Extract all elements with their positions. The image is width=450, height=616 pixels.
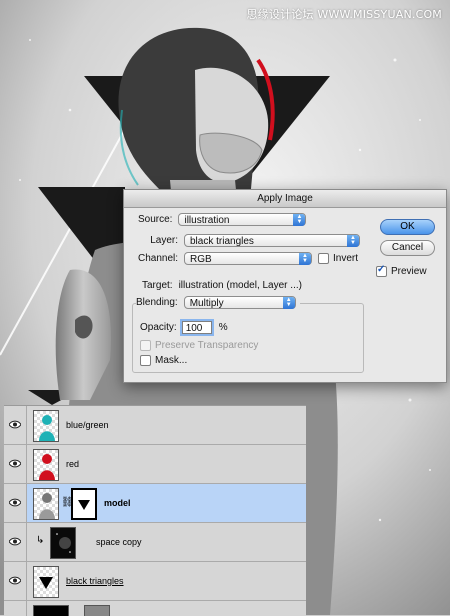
apply-image-dialog: Apply Image Source: illustration ▲ ▼ Laye… (123, 189, 447, 383)
invert-checkbox[interactable] (318, 253, 330, 264)
layer-row-blue-green[interactable]: blue/green (4, 406, 306, 445)
preserve-transparency-checkbox[interactable] (140, 340, 151, 351)
layer-thumbnail[interactable] (33, 449, 59, 481)
layer-thumbnail[interactable] (33, 488, 59, 520)
ok-button[interactable]: OK (380, 219, 435, 235)
layer-row-red[interactable]: red (4, 445, 306, 484)
blue-green-figure-icon (39, 415, 55, 441)
select-arrows-icon: ▲ ▼ (293, 214, 306, 226)
source-value: illustration (184, 215, 230, 226)
blending-select[interactable]: Multiply ▲ ▼ (183, 296, 296, 309)
preserve-label: Preserve Transparency (155, 340, 259, 351)
channel-label: Channel: (138, 253, 179, 264)
layer-name-red[interactable]: red (66, 459, 79, 469)
target-row: Target: illustration (model, Layer ...) (142, 280, 302, 291)
layer-thumbnail[interactable] (33, 566, 59, 598)
source-label: Source: (138, 214, 173, 225)
layer-name-model[interactable]: model (104, 498, 131, 508)
layer-row-model[interactable]: ⛓ model (4, 484, 306, 523)
mask-checkbox[interactable] (140, 355, 151, 366)
select-arrows-icon: ▲ ▼ (282, 297, 295, 309)
select-arrows-icon: ▲ ▼ (347, 235, 359, 247)
layer-visibility-toggle[interactable] (4, 601, 27, 616)
layer-thumbnail[interactable] (50, 527, 76, 559)
preview-row: Preview (376, 264, 427, 277)
blending-row: Blending: Multiply ▲ ▼ (136, 296, 300, 309)
eye-icon (9, 576, 21, 585)
channel-select[interactable]: RGB ▲ ▼ (184, 252, 313, 265)
layer-visibility-toggle[interactable] (4, 523, 27, 561)
layer-select[interactable]: black triangles ▲ ▼ (184, 234, 360, 247)
target-value: illustration (model, Layer ...) (178, 280, 302, 291)
layer-visibility-toggle[interactable] (4, 562, 27, 600)
layer-thumbnail[interactable] (33, 410, 59, 442)
blending-label: Blending: (136, 297, 178, 308)
layer-mask-thumbnail[interactable] (71, 488, 97, 520)
layer-name-space-copy[interactable]: space copy (96, 537, 142, 547)
layer-thumbnail[interactable] (33, 605, 69, 616)
clipping-arrow-icon: ↳ (36, 535, 45, 546)
channel-row: Channel: RGB ▲ ▼ Invert (138, 252, 358, 265)
watermark-text: 思缘设计论坛 WWW.MISSYUAN.COM (246, 8, 442, 21)
preserve-row: Preserve Transparency (140, 340, 258, 351)
layer-visibility-toggle[interactable] (4, 445, 27, 483)
layer-label: Layer: (150, 235, 178, 246)
layer-visibility-toggle[interactable] (4, 406, 27, 444)
select-arrows-icon: ▲ ▼ (299, 253, 312, 265)
eye-icon (9, 537, 21, 546)
layer-name-blue-green[interactable]: blue/green (66, 420, 109, 430)
layer-row-space-copy[interactable]: ↳ space copy (4, 523, 306, 562)
channel-value: RGB (190, 254, 212, 265)
eye-icon (9, 459, 21, 468)
layer-mask-thumbnail[interactable] (84, 605, 110, 616)
preview-checkbox[interactable] (376, 264, 387, 277)
blending-value: Multiply (189, 298, 224, 309)
layer-name-black-triangles[interactable]: black triangles (66, 576, 124, 586)
mask-row: Mask... (140, 355, 187, 366)
eye-icon (9, 420, 21, 429)
cancel-button[interactable]: Cancel (380, 240, 435, 256)
invert-label: Invert (333, 253, 359, 264)
preview-label: Preview (391, 266, 427, 277)
eye-icon (9, 498, 21, 507)
layer-row-partial[interactable] (4, 601, 306, 616)
dialog-title: Apply Image (124, 190, 446, 208)
layers-panel: blue/green red ⛓ model ↳ space copy blac… (4, 405, 306, 616)
opacity-input[interactable]: 100 (181, 321, 212, 334)
mask-triangle-icon (78, 500, 90, 510)
source-select[interactable]: illustration ▲ ▼ (178, 213, 307, 226)
opacity-label: Opacity: (140, 322, 177, 333)
layer-row-black-triangles[interactable]: black triangles (4, 562, 306, 601)
mask-label: Mask... (155, 355, 188, 366)
layer-value: black triangles (190, 236, 254, 247)
target-label: Target: (142, 280, 173, 291)
layer-visibility-toggle[interactable] (4, 484, 27, 522)
red-figure-icon (39, 454, 55, 480)
layer-row: Layer: black triangles ▲ ▼ (144, 234, 360, 247)
model-figure-icon (39, 493, 55, 519)
source-row: Source: illustration ▲ ▼ (138, 213, 307, 226)
opacity-row: Opacity: 100 % (140, 321, 228, 334)
opacity-unit: % (218, 322, 228, 333)
black-triangle-icon (39, 577, 53, 589)
space-texture-icon (56, 533, 71, 553)
